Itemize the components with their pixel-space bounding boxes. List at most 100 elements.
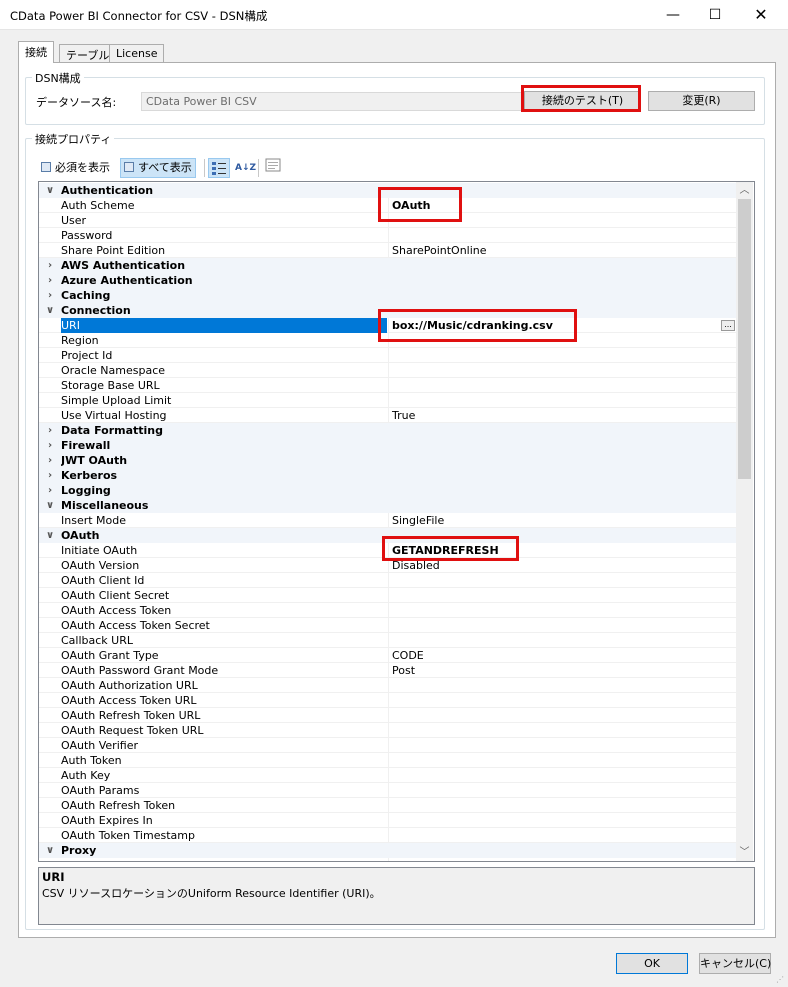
grid-property-row[interactable]: OAuth Authorization URL — [39, 678, 736, 693]
chevron-right-icon[interactable]: › — [44, 288, 56, 303]
grid-category[interactable]: › Firewall — [39, 438, 736, 453]
property-value[interactable] — [388, 618, 736, 633]
grid-property-row[interactable]: Auth Scheme OAuth — [39, 198, 736, 213]
grid-property-row[interactable]: OAuth Token Timestamp — [39, 828, 736, 843]
scroll-thumb[interactable] — [738, 199, 751, 479]
property-value[interactable] — [388, 393, 736, 408]
property-value[interactable] — [388, 738, 736, 753]
show-all-button[interactable]: すべて表示 — [120, 158, 196, 178]
grid-category[interactable]: ∨ Connection — [39, 303, 736, 318]
property-value[interactable] — [388, 378, 736, 393]
grid-property-row[interactable]: Auth Key — [39, 768, 736, 783]
grid-category[interactable]: ∨ OAuth — [39, 528, 736, 543]
chevron-right-icon[interactable]: › — [44, 483, 56, 498]
grid-property-row[interactable]: Oracle Namespace — [39, 363, 736, 378]
property-value[interactable]: Post — [388, 663, 736, 678]
property-value[interactable] — [388, 228, 736, 243]
chevron-right-icon[interactable]: › — [44, 438, 56, 453]
grid-property-row[interactable]: Insert Mode SingleFile — [39, 513, 736, 528]
property-value[interactable]: OAuth — [388, 198, 736, 213]
test-connection-button[interactable]: 接続のテスト(T) — [524, 91, 641, 111]
grid-property-row[interactable]: Region — [39, 333, 736, 348]
resize-grip-icon[interactable]: ⋰ — [776, 975, 786, 985]
property-value[interactable]: Disabled — [388, 558, 736, 573]
grid-property-row[interactable]: Initiate OAuth GETANDREFRESH — [39, 543, 736, 558]
grid-property-row[interactable]: Use Virtual Hosting True — [39, 408, 736, 423]
property-value[interactable]: SharePointOnline — [388, 243, 736, 258]
grid-property-row[interactable]: OAuth Access Token Secret — [39, 618, 736, 633]
chevron-right-icon[interactable]: › — [44, 423, 56, 438]
grid-property-row[interactable]: URI box://Music/cdranking.csv... — [39, 318, 736, 333]
categorized-button[interactable] — [208, 158, 230, 178]
grid-property-row[interactable]: Proxy Auto DetectTrue — [39, 858, 736, 861]
grid-category[interactable]: › Data Formatting — [39, 423, 736, 438]
grid-property-row[interactable]: Share Point Edition SharePointOnline — [39, 243, 736, 258]
grid-property-row[interactable]: OAuth Refresh Token — [39, 798, 736, 813]
grid-property-row[interactable]: User — [39, 213, 736, 228]
grid-property-row[interactable]: OAuth Expires In — [39, 813, 736, 828]
chevron-right-icon[interactable]: › — [44, 468, 56, 483]
grid-property-row[interactable]: OAuth Verifier — [39, 738, 736, 753]
property-value[interactable] — [388, 363, 736, 378]
grid-property-row[interactable]: OAuth Request Token URL — [39, 723, 736, 738]
chevron-down-icon[interactable]: ∨ — [44, 303, 56, 318]
grid-property-row[interactable]: OAuth Access Token — [39, 603, 736, 618]
change-button[interactable]: 変更(R) — [648, 91, 755, 111]
property-value[interactable] — [388, 678, 736, 693]
property-grid[interactable]: ∨ Authentication Auth Scheme OAuth User Passw… — [38, 181, 755, 862]
grid-category[interactable]: › Logging — [39, 483, 736, 498]
property-value[interactable] — [388, 603, 736, 618]
grid-property-row[interactable]: Password — [39, 228, 736, 243]
ok-button[interactable]: OK — [616, 953, 688, 974]
property-value[interactable] — [388, 768, 736, 783]
grid-property-row[interactable]: OAuth Client Secret — [39, 588, 736, 603]
chevron-right-icon[interactable]: › — [44, 258, 56, 273]
grid-property-row[interactable]: OAuth Version Disabled — [39, 558, 736, 573]
scroll-up-icon[interactable]: ︿ — [736, 182, 753, 199]
grid-category[interactable]: › Azure Authentication — [39, 273, 736, 288]
property-value[interactable] — [388, 573, 736, 588]
dsn-name-input[interactable]: CData Power BI CSV — [141, 92, 539, 111]
close-button[interactable]: ✕ — [738, 0, 784, 30]
chevron-down-icon[interactable]: ∨ — [44, 498, 56, 513]
maximize-button[interactable]: ☐ — [692, 0, 738, 30]
grid-property-row[interactable]: Project Id — [39, 348, 736, 363]
tab-license[interactable]: License — [109, 44, 165, 63]
grid-property-row[interactable]: Storage Base URL — [39, 378, 736, 393]
property-value[interactable] — [388, 753, 736, 768]
property-value[interactable] — [388, 828, 736, 843]
show-required-button[interactable]: 必須を表示 — [38, 158, 113, 178]
property-value[interactable]: SingleFile — [388, 513, 736, 528]
grid-category[interactable]: › Caching — [39, 288, 736, 303]
grid-property-row[interactable]: OAuth Refresh Token URL — [39, 708, 736, 723]
vertical-scrollbar[interactable]: ︿ ﹀ — [736, 182, 753, 861]
chevron-down-icon[interactable]: ∨ — [44, 843, 56, 858]
grid-category[interactable]: › Kerberos — [39, 468, 736, 483]
scroll-down-icon[interactable]: ﹀ — [736, 844, 753, 861]
grid-property-row[interactable]: Callback URL — [39, 633, 736, 648]
chevron-down-icon[interactable]: ∨ — [44, 183, 56, 198]
grid-category[interactable]: ∨ Authentication — [39, 183, 736, 198]
property-value[interactable] — [388, 798, 736, 813]
property-value[interactable] — [388, 213, 736, 228]
property-value[interactable]: box://Music/cdranking.csv — [388, 318, 736, 333]
property-value[interactable] — [388, 783, 736, 798]
property-value[interactable]: True — [388, 858, 736, 861]
grid-property-row[interactable]: Simple Upload Limit — [39, 393, 736, 408]
property-value[interactable] — [388, 708, 736, 723]
property-value[interactable] — [388, 723, 736, 738]
grid-property-row[interactable]: OAuth Access Token URL — [39, 693, 736, 708]
tab-tables[interactable]: テーブル — [59, 44, 117, 63]
chevron-down-icon[interactable]: ∨ — [44, 528, 56, 543]
property-pages-button[interactable] — [262, 158, 284, 178]
chevron-right-icon[interactable]: › — [44, 453, 56, 468]
grid-category[interactable]: ∨ Proxy — [39, 843, 736, 858]
grid-property-row[interactable]: OAuth Params — [39, 783, 736, 798]
ellipsis-button[interactable]: ... — [721, 320, 735, 331]
alphabetical-sort-button[interactable]: A↓Z — [232, 158, 259, 178]
chevron-right-icon[interactable]: › — [44, 273, 56, 288]
property-value[interactable]: True — [388, 408, 736, 423]
grid-category[interactable]: › AWS Authentication — [39, 258, 736, 273]
grid-category[interactable]: ∨ Miscellaneous — [39, 498, 736, 513]
property-value[interactable] — [388, 348, 736, 363]
